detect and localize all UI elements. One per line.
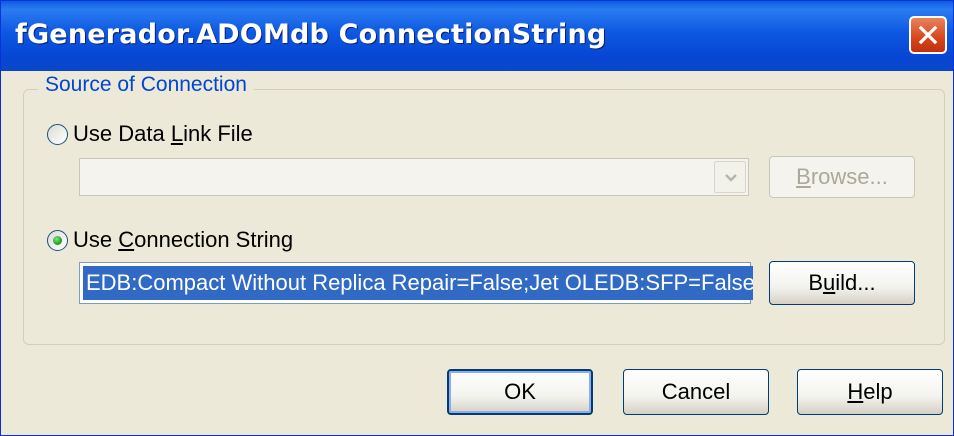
- ok-button[interactable]: OK: [447, 369, 593, 415]
- browse-button[interactable]: Browse...: [769, 156, 915, 198]
- data-link-file-combo[interactable]: [79, 158, 749, 196]
- data-link-label[interactable]: Use Data Link File: [73, 121, 253, 147]
- dialog-window: fGenerador.ADOMdb ConnectionString Sourc…: [0, 0, 954, 436]
- chevron-down-icon: [725, 174, 737, 182]
- build-button[interactable]: Build...: [769, 261, 915, 305]
- radio-selected-dot: [53, 236, 62, 245]
- group-legend: Source of Connection: [38, 73, 254, 97]
- connection-string-radio[interactable]: [47, 230, 68, 251]
- cancel-button[interactable]: Cancel: [623, 369, 769, 415]
- close-icon: [918, 25, 938, 45]
- connection-string-label[interactable]: Use Connection String: [73, 227, 293, 253]
- close-button[interactable]: [909, 16, 947, 54]
- combo-dropdown-button[interactable]: [714, 161, 746, 193]
- help-button[interactable]: Help: [797, 369, 943, 415]
- title-bar[interactable]: fGenerador.ADOMdb ConnectionString: [1, 1, 953, 71]
- connection-string-input[interactable]: EDB:Compact Without Replica Repair=False…: [79, 262, 753, 304]
- connection-string-selected-text: EDB:Compact Without Replica Repair=False…: [83, 266, 753, 300]
- window-title: fGenerador.ADOMdb ConnectionString: [15, 19, 607, 50]
- data-link-radio[interactable]: [47, 124, 68, 145]
